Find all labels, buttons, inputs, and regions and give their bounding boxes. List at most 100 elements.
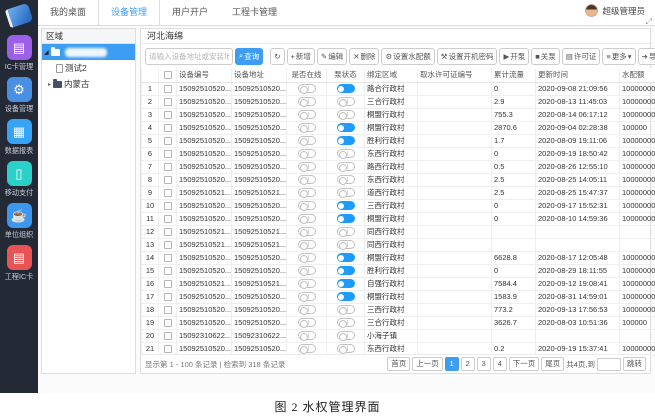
jump-page-input[interactable]	[597, 357, 621, 371]
pump-toggle[interactable]	[336, 162, 355, 172]
toolbar-button-开泵[interactable]: ▶ 开泵	[499, 47, 530, 65]
tab-2[interactable]: 设备管理	[98, 0, 161, 25]
online-toggle[interactable]	[297, 97, 316, 107]
table-row[interactable]: 17 15092510520... 15092510520... 桐盟行政村 1583.…	[141, 290, 655, 304]
prev-page-button[interactable]: 上一页	[412, 357, 443, 371]
row-checkbox[interactable]	[163, 85, 172, 93]
sidebar-item-5[interactable]: ☕ 单位组织	[0, 203, 38, 240]
user-menu[interactable]: 超级管理员	[585, 4, 645, 17]
row-checkbox[interactable]	[163, 98, 172, 106]
pump-toggle[interactable]	[336, 201, 355, 211]
sidebar-item-3[interactable]: ▦ 数据报表	[0, 119, 38, 156]
table-row[interactable]: 1 15092510520... 15092510520... 路合行政村 0 2020-…	[141, 82, 655, 96]
row-checkbox[interactable]	[163, 202, 172, 210]
page-button-1[interactable]: 1	[444, 357, 459, 371]
table-row[interactable]: 10 15092510520... 15092510520... 三西行政村 0 2020…	[141, 199, 655, 213]
caret-expanded-icon[interactable]: ◢	[44, 49, 49, 56]
online-toggle[interactable]	[297, 214, 316, 224]
toolbar-button-编辑[interactable]: ✎ 编辑	[316, 47, 348, 65]
table-row[interactable]: 13 15092510521... 15092510521... 同西行政村	[141, 238, 655, 252]
sidebar-item-4[interactable]: ▯ 移动支付	[0, 161, 38, 198]
first-page-button[interactable]: 首页	[387, 357, 411, 371]
row-checkbox[interactable]	[163, 150, 172, 158]
row-checkbox[interactable]	[163, 215, 172, 223]
row-checkbox[interactable]	[163, 332, 172, 340]
sidebar-item-1[interactable]: ▤ IC卡管理	[0, 35, 38, 72]
row-checkbox[interactable]	[163, 111, 172, 119]
sidebar-item-2[interactable]: ⚙ 设备管理	[0, 77, 38, 114]
table-row[interactable]: 4 15092510520... 15092510520... 桐盟行政村 2870.6…	[141, 121, 655, 135]
pump-toggle[interactable]	[336, 279, 355, 289]
search-button[interactable]: ⌕ 查询	[235, 47, 264, 65]
online-toggle[interactable]	[297, 188, 316, 198]
table-row[interactable]: 6 15092510520... 15092510520... 东西行政村 0 2020-…	[141, 147, 655, 161]
pump-toggle[interactable]	[336, 136, 355, 146]
jump-button[interactable]: 跳转	[623, 357, 646, 371]
tab-3[interactable]: 用户开户	[160, 0, 220, 25]
online-toggle[interactable]	[297, 123, 316, 133]
online-toggle[interactable]	[297, 318, 316, 328]
online-toggle[interactable]	[297, 240, 316, 250]
pump-toggle[interactable]	[336, 331, 355, 341]
pump-toggle[interactable]	[336, 253, 355, 263]
pump-toggle[interactable]	[336, 175, 355, 185]
last-page-button[interactable]: 尾页	[541, 357, 565, 371]
online-toggle[interactable]	[297, 305, 316, 315]
pump-toggle[interactable]	[336, 292, 355, 302]
online-toggle[interactable]	[297, 149, 316, 159]
online-toggle[interactable]	[297, 162, 316, 172]
toolbar-button-更多[interactable]: ≡ 更多 ▾	[602, 47, 636, 65]
pump-toggle[interactable]	[336, 344, 355, 354]
pump-toggle[interactable]	[336, 305, 355, 315]
pump-toggle[interactable]	[336, 110, 355, 120]
row-checkbox[interactable]	[163, 293, 172, 301]
tab-1[interactable]: 我的桌面	[38, 0, 98, 25]
row-checkbox[interactable]	[163, 267, 172, 275]
table-row[interactable]: 16 15092510521... 15092510521... 自强行政村 7584.…	[141, 277, 655, 291]
row-checkbox[interactable]	[163, 280, 172, 288]
pump-toggle[interactable]	[336, 240, 355, 250]
online-toggle[interactable]	[297, 279, 316, 289]
table-row[interactable]: 14 15092510520... 15092510520... 桐盟行政村 6628.…	[141, 251, 655, 265]
toolbar-button-设置水配额[interactable]: ⚙ 设置水配额	[381, 47, 435, 65]
toolbar-button-关泵[interactable]: ■ 关泵	[531, 47, 560, 65]
toolbar-button-许可证[interactable]: ▤ 许可证	[561, 47, 601, 65]
next-page-button[interactable]: 下一页	[508, 357, 540, 371]
table-row[interactable]: 9 15092510521... 15092510521... 道西行政村 2.5 202…	[141, 186, 655, 200]
toolbar-button-refresh[interactable]: ↻	[270, 47, 285, 65]
table-row[interactable]: 12 15092510521... 15092510521... 同西行政村	[141, 225, 655, 239]
pump-toggle[interactable]	[336, 97, 355, 107]
toolbar-button-删除[interactable]: ✕ 删除	[349, 47, 380, 65]
row-checkbox[interactable]	[163, 137, 172, 145]
online-toggle[interactable]	[297, 253, 316, 263]
tree-node-root[interactable]: ◢	[42, 44, 135, 60]
pump-toggle[interactable]	[336, 149, 355, 159]
online-toggle[interactable]	[297, 110, 316, 120]
pump-toggle[interactable]	[336, 214, 355, 224]
table-row[interactable]: 7 15092510520... 15092510520... 路西行政村 0.5 202…	[141, 160, 655, 174]
row-checkbox[interactable]	[163, 319, 172, 327]
row-checkbox[interactable]	[163, 228, 172, 236]
table-row[interactable]: 18 15092510520... 15092510520... 三西行政村 773.2…	[141, 303, 655, 317]
pump-toggle[interactable]	[336, 318, 355, 328]
online-toggle[interactable]	[297, 331, 316, 341]
caret-collapsed-icon[interactable]: ▸	[48, 81, 51, 88]
online-toggle[interactable]	[297, 136, 316, 146]
online-toggle[interactable]	[297, 175, 316, 185]
table-row[interactable]: 15 15092510520... 15092510520... 胜利行政村 0 2020…	[141, 264, 655, 278]
table-row[interactable]: 5 15092510520... 15092510520... 胜利行政村 1.7 202…	[141, 134, 655, 148]
table-row[interactable]: 11 15092510520... 15092510520... 桐盟行政村 0 2020…	[141, 212, 655, 226]
online-toggle[interactable]	[297, 84, 316, 94]
table-row[interactable]: 19 15092510520... 15092510520... 三合行政村 3626.…	[141, 316, 655, 330]
toolbar-button-新增[interactable]: + 新增	[286, 47, 315, 65]
page-button-4[interactable]: 4	[492, 357, 507, 371]
table-row[interactable]: 3 15092510520... 15092510520... 桐盟行政村 755.3 2…	[141, 108, 655, 122]
fullscreen-icon[interactable]: ⤢	[646, 17, 652, 27]
row-checkbox[interactable]	[163, 241, 172, 249]
tree-node-child-1[interactable]: ▸ 内蒙古	[42, 76, 135, 92]
row-checkbox[interactable]	[163, 163, 172, 171]
pump-toggle[interactable]	[336, 123, 355, 133]
online-toggle[interactable]	[297, 201, 316, 211]
pump-toggle[interactable]	[336, 266, 355, 276]
toolbar-button-导出Excel[interactable]: ➔导出Excel	[637, 47, 655, 65]
